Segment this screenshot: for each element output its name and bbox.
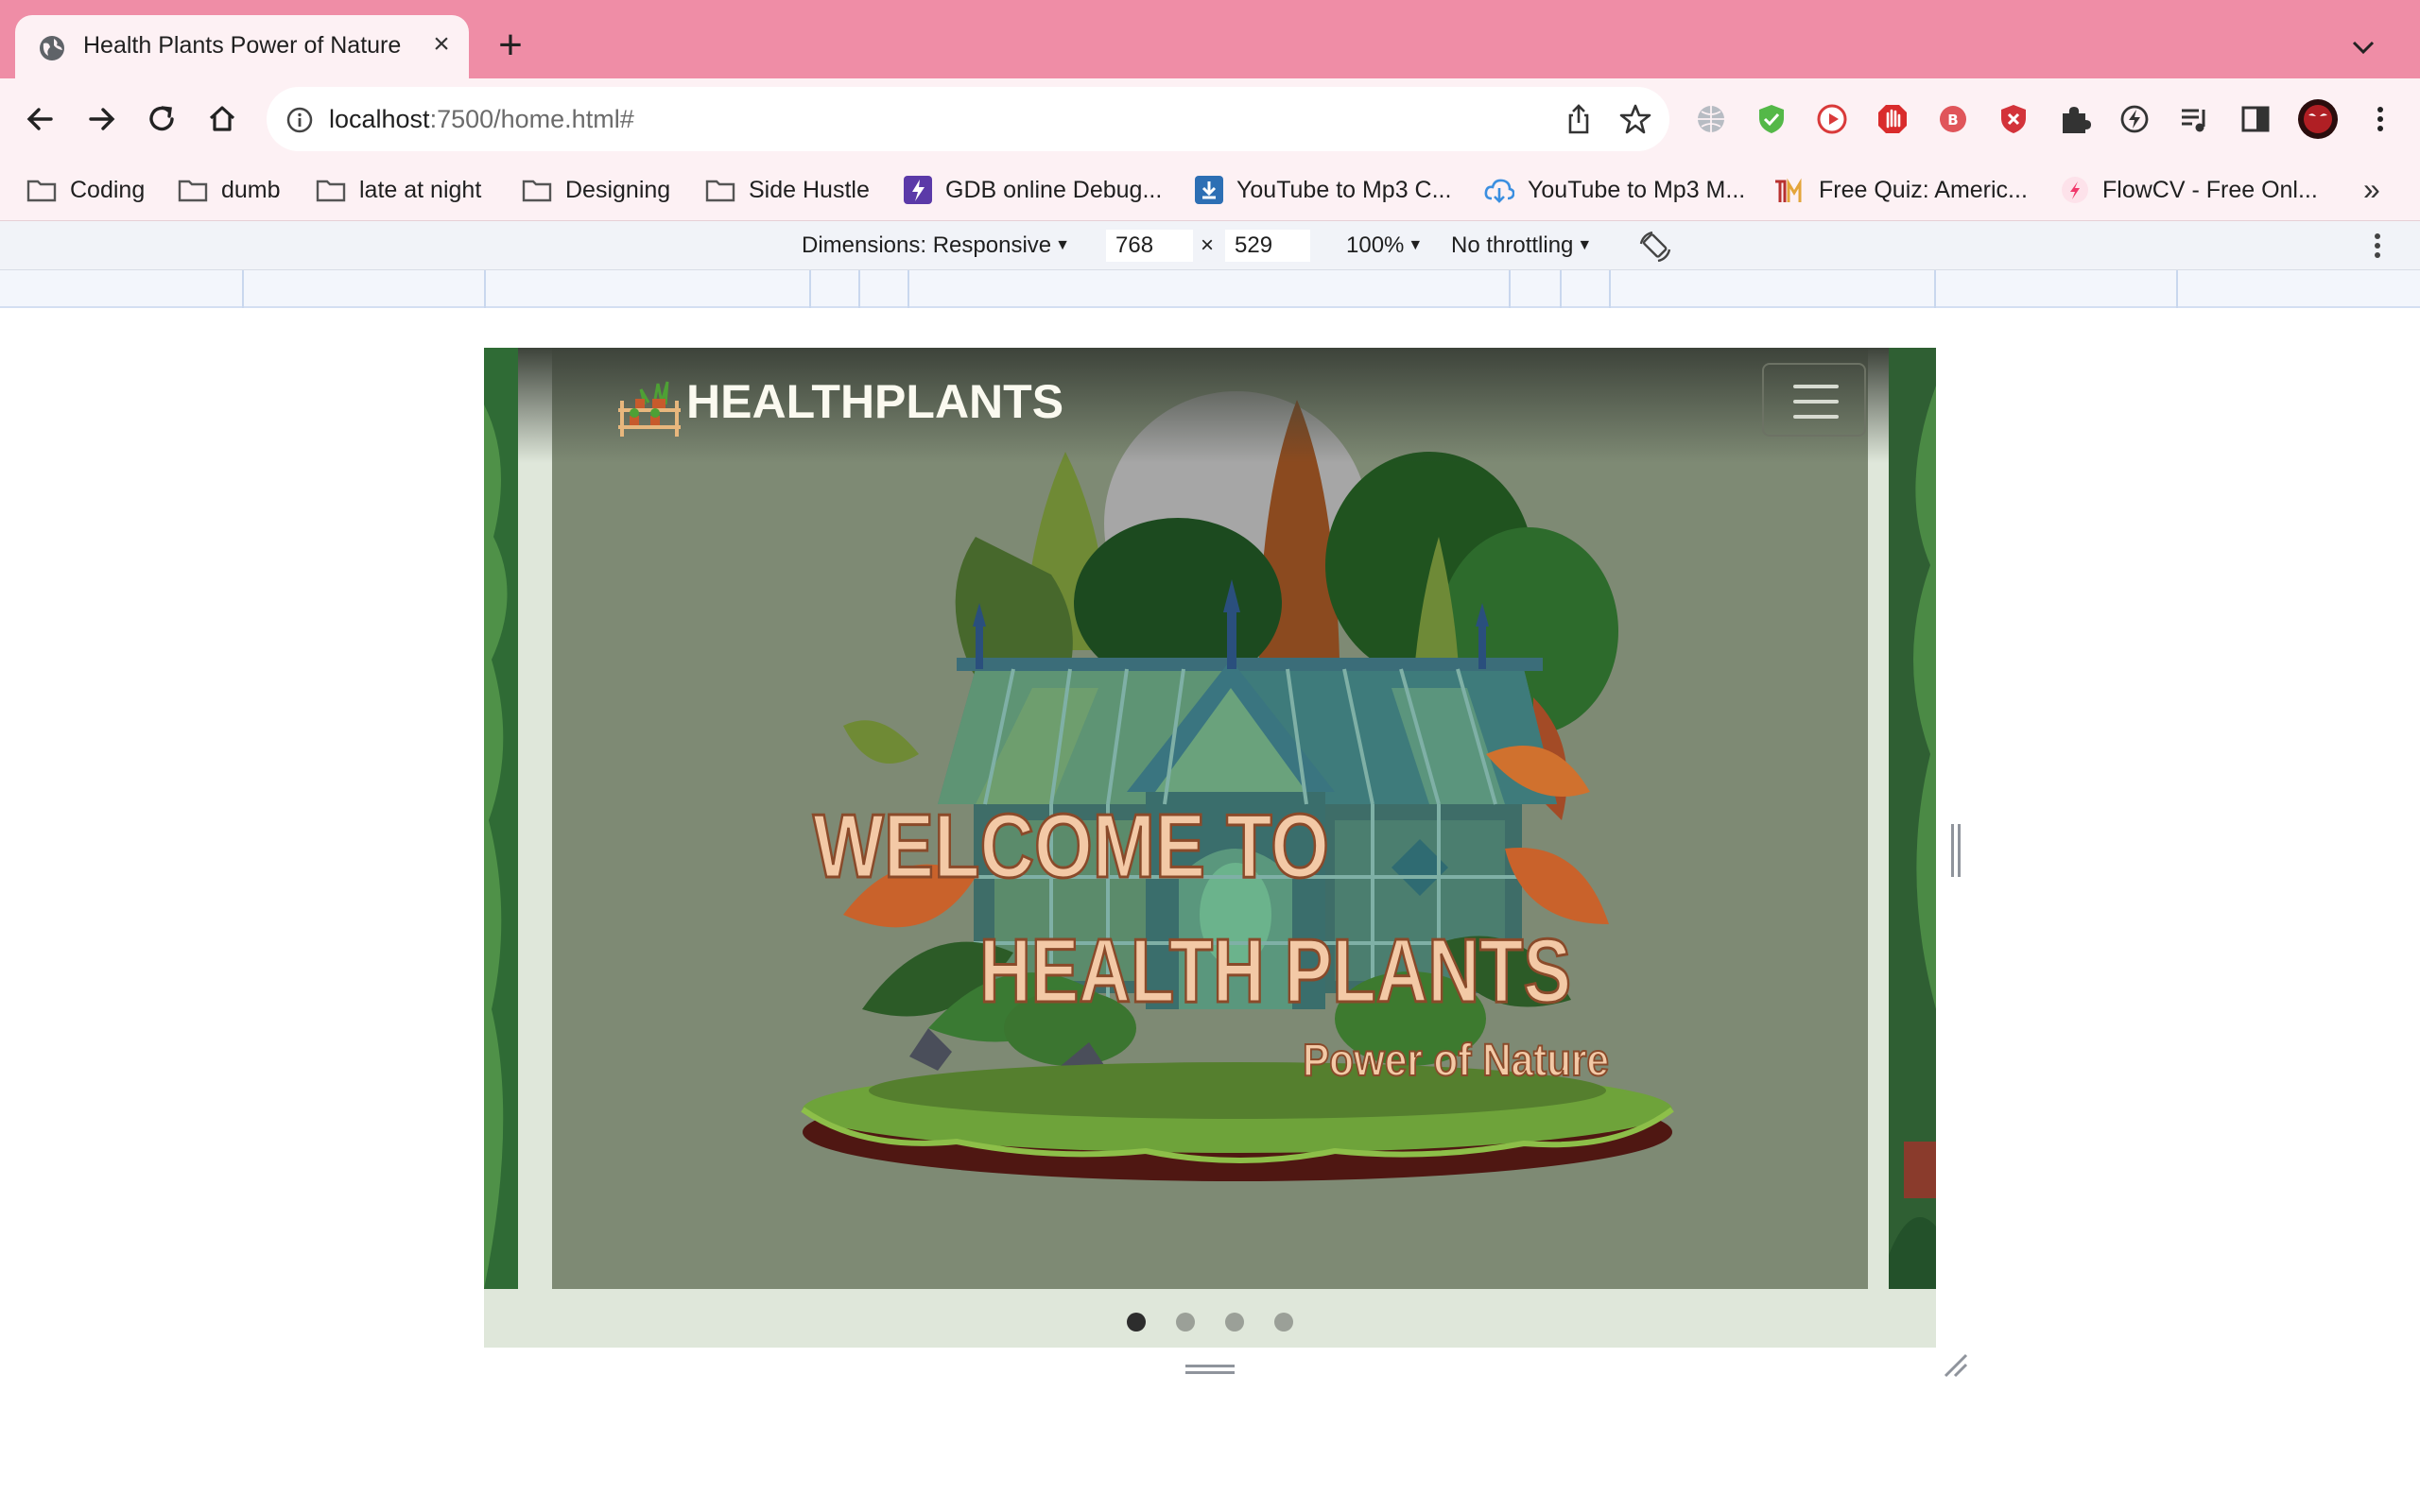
bookmark-star-icon[interactable] [1618, 102, 1652, 136]
shield-x-icon[interactable] [1996, 102, 2031, 136]
profile-avatar-icon[interactable] [2297, 98, 2339, 140]
welcome-line-3: Power of Nature [1303, 1036, 1609, 1086]
lightning-circle-icon[interactable] [2118, 102, 2152, 136]
carousel-indicator-1[interactable] [1127, 1313, 1146, 1332]
folder-icon [316, 180, 346, 202]
height-input[interactable]: 529 [1225, 230, 1310, 262]
bookmark-designing[interactable]: Designing [522, 174, 670, 206]
new-tab-button[interactable]: + [492, 25, 529, 66]
bookmark-dumb[interactable]: dumb [178, 174, 281, 206]
bookmark-late-at-night[interactable]: late at night [316, 174, 481, 206]
carousel-indicators [484, 1289, 1936, 1348]
kebab-menu-icon[interactable] [2363, 102, 2397, 136]
chevron-down-icon[interactable] [2344, 28, 2382, 66]
block-extension-icon[interactable]: B [1936, 102, 1970, 136]
website: WELCOME TO HEALTH PLANTS Power of Nature… [484, 348, 1936, 1348]
site-navbar: HEALTHPLANTS [518, 348, 1889, 463]
tab-title: Health Plants Power of Nature [83, 32, 402, 59]
welcome-line-1: WELCOME TO [813, 796, 1329, 897]
more-bookmarks-button[interactable]: » [2363, 172, 2380, 207]
zoom-dropdown[interactable]: 100% ▼ [1346, 232, 1423, 259]
width-input[interactable]: 768 [1106, 230, 1193, 262]
back-arrow-icon[interactable] [19, 97, 62, 141]
device-options-icon[interactable] [2363, 231, 2392, 261]
flowcv-icon [2062, 177, 2088, 203]
device-toolbar: Dimensions: Responsive ▼ 768 × 529 100% ▼ … [0, 221, 2420, 270]
url-text: localhost:7500/home.html# [329, 105, 634, 133]
svg-text:B: B [1947, 112, 1958, 129]
bookmark-side-hustle[interactable]: Side Hustle [705, 174, 870, 206]
home-icon[interactable] [200, 97, 244, 141]
play-circle-icon[interactable] [1815, 102, 1849, 136]
carousel-indicator-2[interactable] [1176, 1313, 1195, 1332]
bookmark-youtube-mp3-c[interactable]: YouTube to Mp3 C... [1195, 174, 1451, 206]
hero-carousel-slide: WELCOME TO HEALTH PLANTS Power of Nature… [484, 348, 1936, 1289]
bookmark-coding[interactable]: Coding [26, 174, 145, 206]
rotate-icon[interactable] [1637, 229, 1673, 265]
folder-icon [522, 180, 552, 202]
plant-shelf-logo-icon[interactable] [616, 372, 684, 438]
cloud-download-icon [1484, 179, 1514, 203]
emulated-viewport: WELCOME TO HEALTH PLANTS Power of Nature… [484, 348, 1936, 1348]
globe-extension-icon[interactable] [1694, 102, 1728, 136]
shield-check-icon[interactable] [1754, 102, 1789, 136]
welcome-heading: WELCOME TO HEALTH PLANTS Power of Nature [812, 795, 1611, 1088]
bookmarks-bar: Coding dumb late at night Designing Side… [0, 159, 2420, 221]
resize-corner-handle[interactable] [1942, 1351, 1968, 1378]
welcome-line-2: HEALTH PLANTS [979, 920, 1571, 1022]
puzzle-icon[interactable] [2057, 102, 2091, 136]
stop-hand-icon[interactable] [1876, 102, 1910, 136]
dimension-separator: × [1201, 232, 1215, 258]
dimensions-dropdown[interactable]: Dimensions: Responsive ▼ [802, 232, 1070, 259]
bookmark-flowcv[interactable]: FlowCV - Free Onl... [2061, 174, 2318, 206]
bookmark-free-quiz[interactable]: Free Quiz: Americ... [1773, 174, 2028, 206]
share-icon[interactable] [1562, 102, 1596, 136]
resize-bottom-handle[interactable] [1185, 1364, 1235, 1375]
address-bar[interactable]: localhost:7500/home.html# [267, 87, 1669, 151]
folder-icon [705, 180, 735, 202]
brand-name[interactable]: HEALTHPLANTS [686, 374, 1063, 429]
media-query-ruler[interactable] [0, 270, 2420, 308]
gdb-icon [904, 176, 932, 204]
navbar-toggler-button[interactable] [1762, 363, 1866, 437]
close-tab-icon[interactable]: × [427, 30, 456, 59]
folder-icon [178, 180, 208, 202]
throttling-dropdown[interactable]: No throttling ▼ [1451, 232, 1592, 259]
globe-icon [40, 36, 64, 60]
download-icon [1195, 176, 1223, 204]
tab-strip: Health Plants Power of Nature × + [0, 0, 2420, 79]
side-panel-icon[interactable] [2238, 102, 2273, 136]
carousel-indicator-4[interactable] [1274, 1313, 1293, 1332]
bookmark-youtube-mp3-m[interactable]: YouTube to Mp3 M... [1484, 174, 1745, 206]
resize-right-handle[interactable] [1949, 824, 1962, 877]
media-queue-icon[interactable] [2178, 102, 2212, 136]
browser-tab[interactable]: Health Plants Power of Nature × [15, 15, 469, 79]
folder-icon [26, 180, 57, 202]
bookmark-gdb-online[interactable]: GDB online Debug... [904, 174, 1162, 206]
browser-toolbar: localhost:7500/home.html# B [0, 78, 2420, 159]
site-info-icon[interactable] [285, 106, 314, 134]
carousel-indicator-3[interactable] [1225, 1313, 1244, 1332]
reload-icon[interactable] [140, 97, 183, 141]
quiz-icon [1775, 178, 1802, 202]
forward-arrow-icon[interactable] [79, 97, 123, 141]
